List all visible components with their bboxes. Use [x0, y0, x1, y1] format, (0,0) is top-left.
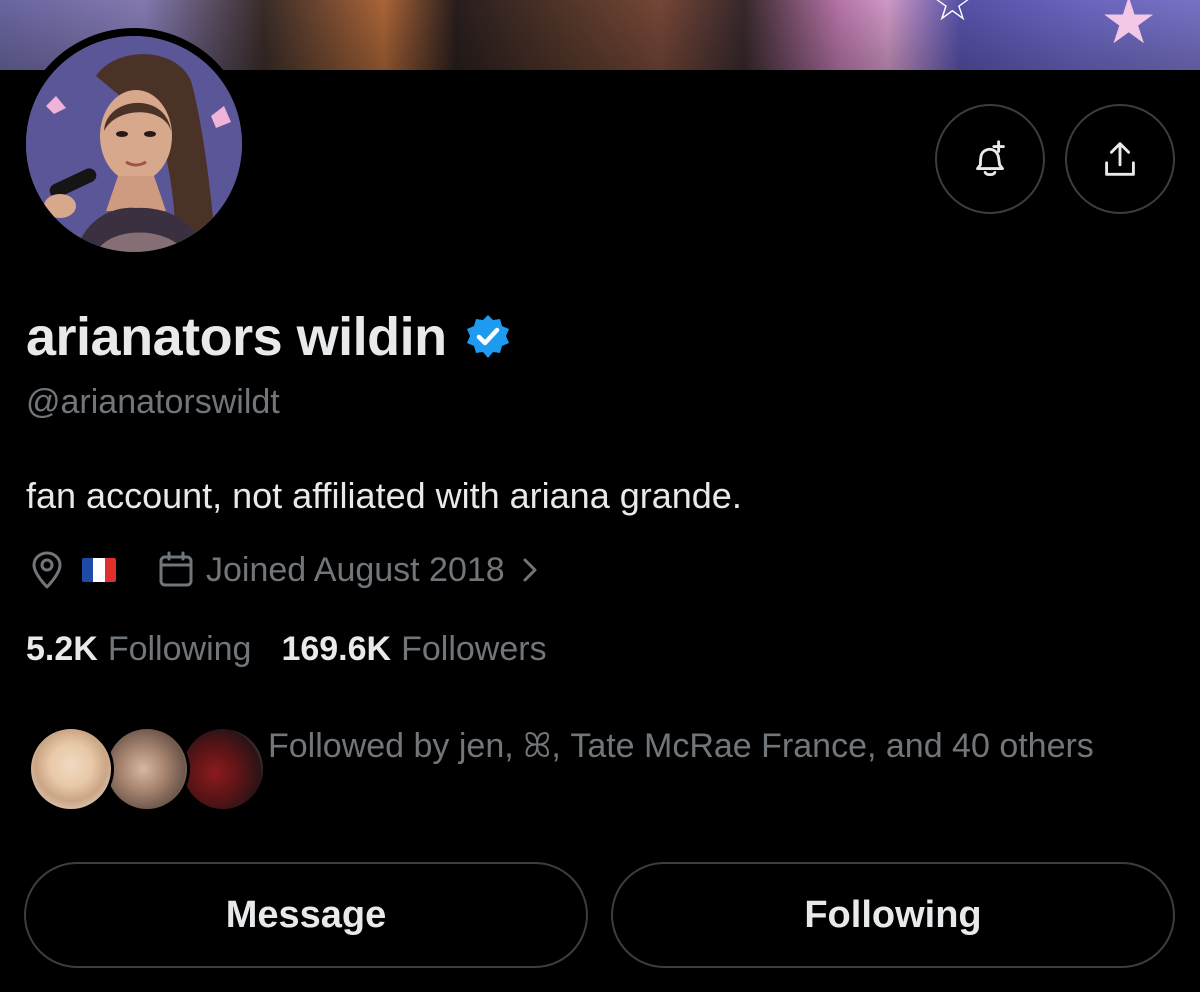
- profile-bio: fan account, not affiliated with ariana …: [26, 475, 742, 516]
- follower-avatar: [180, 726, 266, 812]
- profile-handle: @arianatorswildt: [26, 383, 280, 421]
- share-button[interactable]: [1065, 104, 1175, 214]
- following-stat[interactable]: 5.2K Following: [26, 630, 251, 669]
- profile-avatar[interactable]: [26, 36, 242, 252]
- calendar-icon: [159, 551, 193, 587]
- following-label: Following: [107, 629, 252, 668]
- location-flag-icon: [82, 558, 116, 582]
- avatar-illustration: [26, 36, 242, 252]
- following-count: 5.2K: [26, 629, 98, 668]
- profile-meta-row: Joined August 2018: [26, 545, 543, 595]
- share-icon: [1105, 142, 1135, 176]
- followers-stat[interactable]: 169.6K Followers: [281, 630, 546, 669]
- name-row: arianators wildin: [26, 302, 513, 372]
- verified-badge-icon[interactable]: [463, 312, 513, 362]
- message-button[interactable]: Message: [24, 862, 588, 968]
- followers-label: Followers: [401, 629, 547, 668]
- follower-avatar: [28, 726, 114, 812]
- notify-button[interactable]: [935, 104, 1045, 214]
- follower-avatar: [104, 726, 190, 812]
- followed-by-row[interactable]: Followed by jen, ꕤ, Tate McRae France, a…: [28, 718, 1178, 828]
- banner-star-decoration: ☆: [930, 0, 975, 32]
- location-pin-icon: [32, 551, 62, 589]
- banner-star-decoration: ★: [1100, 0, 1158, 59]
- bell-plus-icon: [976, 140, 1005, 177]
- followed-by-text: Followed by jen, ꕤ, Tate McRae France, a…: [268, 727, 1094, 765]
- followers-count: 169.6K: [281, 629, 392, 668]
- display-name: arianators wildin: [26, 307, 447, 367]
- following-button[interactable]: Following: [611, 862, 1175, 968]
- profile-page: ★ ☆ arianators wildin @arianatorswildt f…: [0, 0, 1200, 992]
- joined-date[interactable]: Joined August 2018: [206, 551, 505, 590]
- profile-stats: 5.2K Following 169.6K Followers: [26, 624, 547, 674]
- chevron-right-icon[interactable]: [517, 555, 543, 585]
